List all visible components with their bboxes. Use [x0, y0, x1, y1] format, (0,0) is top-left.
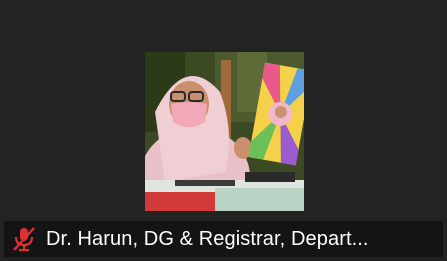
mic-muted-icon[interactable] — [12, 226, 36, 252]
participant-display-name: Dr. Harun, DG & Registrar, Depart... — [46, 227, 369, 250]
participant-video-thumbnail — [145, 52, 304, 211]
participant-name-bar: Dr. Harun, DG & Registrar, Depart... — [4, 221, 443, 257]
participant-video-tile[interactable]: Dr. Harun, DG & Registrar, Depart... — [0, 0, 447, 261]
